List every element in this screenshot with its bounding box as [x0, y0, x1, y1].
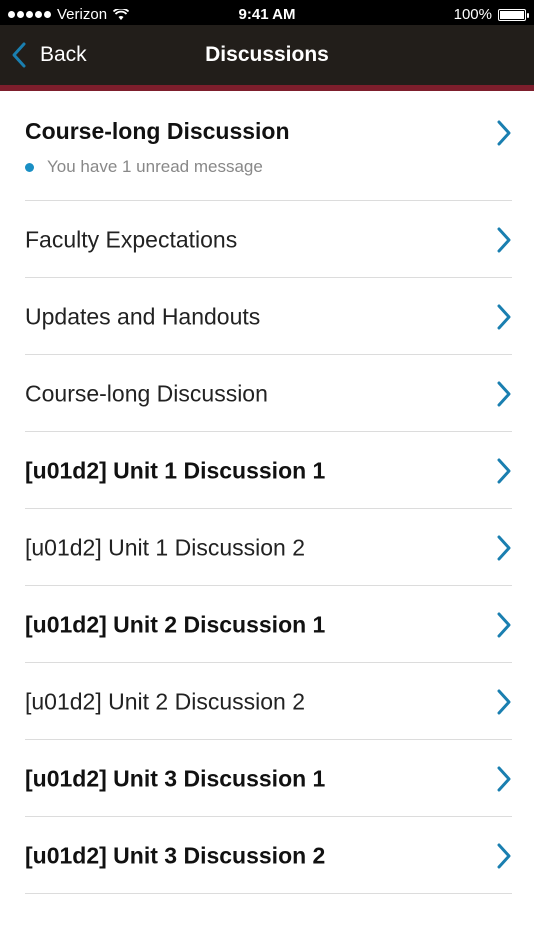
discussion-title: [u01d2] Unit 2 Discussion 2: [25, 688, 305, 714]
chevron-right-icon: [497, 120, 511, 146]
chevron-right-icon: [497, 535, 511, 560]
discussion-list: Course-long Discussion You have 1 unread…: [0, 91, 534, 894]
discussion-title: [u01d2] Unit 1 Discussion 1: [25, 457, 326, 483]
chevron-right-icon: [497, 227, 511, 252]
discussion-row-updates-handouts[interactable]: Updates and Handouts: [0, 278, 534, 355]
discussion-title: Faculty Expectations: [25, 226, 238, 252]
discussion-row-unit2-d2[interactable]: [u01d2] Unit 2 Discussion 2: [0, 663, 534, 740]
battery-percent: 100%: [453, 6, 492, 23]
discussion-row-unit3-d1[interactable]: [u01d2] Unit 3 Discussion 1: [0, 740, 534, 817]
discussion-row-faculty-expectations[interactable]: Faculty Expectations: [0, 201, 534, 278]
chevron-right-icon: [497, 843, 511, 868]
discussion-title: [u01d2] Unit 3 Discussion 2: [25, 842, 326, 868]
discussion-row-unit1-d2[interactable]: [u01d2] Unit 1 Discussion 2: [0, 509, 534, 586]
discussion-title: [u01d2] Unit 2 Discussion 1: [25, 611, 326, 637]
unread-dot-icon: [25, 162, 34, 172]
unread-message-text: You have 1 unread message: [47, 157, 263, 176]
unread-indicator: You have 1 unread message: [25, 157, 263, 177]
divider: [25, 893, 512, 894]
chevron-right-icon: [497, 458, 511, 483]
chevron-right-icon: [497, 381, 511, 406]
chevron-right-icon: [497, 766, 511, 791]
chevron-left-icon: [12, 42, 26, 68]
discussion-row-course-long[interactable]: Course-long Discussion: [0, 355, 534, 432]
chevron-right-icon: [497, 689, 511, 714]
discussion-title: Course-long Discussion: [25, 380, 268, 406]
chevron-right-icon: [497, 612, 511, 637]
back-button[interactable]: Back: [10, 39, 87, 71]
discussion-title: Updates and Handouts: [25, 303, 261, 329]
discussion-row-unit1-d1[interactable]: [u01d2] Unit 1 Discussion 1: [0, 432, 534, 509]
discussion-title: [u01d2] Unit 3 Discussion 1: [25, 765, 326, 791]
discussion-row-course-long-unread[interactable]: Course-long Discussion You have 1 unread…: [0, 91, 534, 201]
navigation-bar: Back Discussions: [0, 25, 534, 91]
discussion-title: Course-long Discussion: [25, 118, 290, 144]
status-right: 100%: [453, 6, 529, 23]
discussion-title: [u01d2] Unit 1 Discussion 2: [25, 534, 305, 560]
chevron-right-icon: [497, 304, 511, 329]
back-label: Back: [40, 43, 87, 66]
battery-icon: [498, 8, 529, 21]
discussion-row-unit2-d1[interactable]: [u01d2] Unit 2 Discussion 1: [0, 586, 534, 663]
discussion-row-unit3-d2[interactable]: [u01d2] Unit 3 Discussion 2: [0, 817, 534, 894]
